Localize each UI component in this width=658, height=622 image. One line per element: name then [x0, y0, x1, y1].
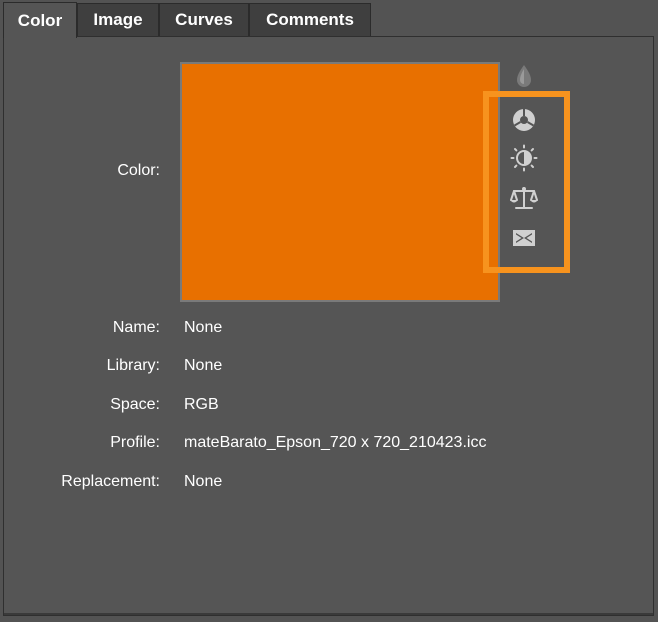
- replacement-value: None: [184, 473, 223, 490]
- library-value: None: [184, 357, 223, 374]
- balance-scale-icon[interactable]: [510, 184, 538, 212]
- color-wheel-icon[interactable]: [510, 106, 538, 134]
- brightness-contrast-icon[interactable]: [510, 144, 538, 172]
- envelope-icon[interactable]: [510, 224, 538, 252]
- panel-bottom-edge: [4, 613, 653, 615]
- drop-icon: [510, 62, 538, 90]
- tab-color[interactable]: Color: [3, 2, 77, 38]
- space-label: Space:: [110, 396, 160, 413]
- tab-bar: Color Image Curves Comments: [0, 0, 658, 38]
- profile-label: Profile:: [110, 434, 160, 451]
- library-label: Library:: [106, 357, 160, 374]
- tab-comments[interactable]: Comments: [249, 3, 371, 36]
- color-label: Color:: [117, 162, 160, 179]
- tab-curves[interactable]: Curves: [159, 3, 249, 36]
- replacement-label: Replacement:: [61, 473, 160, 490]
- name-value: None: [184, 319, 223, 336]
- profile-value: mateBarato_Epson_720 x 720_210423.icc: [184, 434, 487, 451]
- space-value: RGB: [184, 396, 219, 413]
- tab-image[interactable]: Image: [77, 3, 159, 36]
- name-label: Name:: [112, 319, 160, 336]
- color-swatch[interactable]: [180, 62, 500, 302]
